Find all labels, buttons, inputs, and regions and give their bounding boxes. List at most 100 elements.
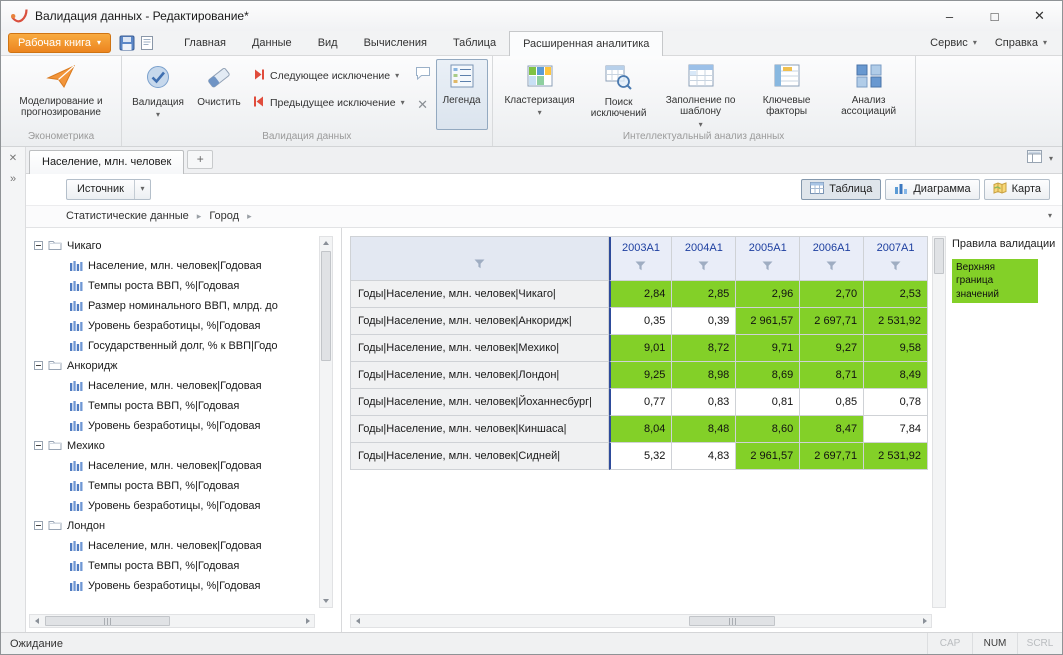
ribbon-menu[interactable]: Сервис▾ [921, 31, 986, 55]
data-cell[interactable]: 8,60 [736, 416, 800, 443]
data-cell[interactable]: 5,32 [609, 443, 673, 470]
ribbon-tab[interactable]: Главная [171, 31, 239, 55]
data-cell[interactable]: 9,27 [800, 335, 864, 362]
data-cell[interactable]: 2,53 [864, 281, 928, 308]
data-cell[interactable]: 8,04 [609, 416, 673, 443]
row-header[interactable]: Годы|Население, млн. человек|Киншаса| [351, 416, 609, 443]
row-header[interactable]: Годы|Население, млн. человек|Анкоридж| [351, 308, 609, 335]
add-tab-button[interactable]: + [187, 150, 213, 169]
data-cell[interactable]: 0,83 [672, 389, 736, 416]
view-table-button[interactable]: Таблица [801, 179, 881, 200]
data-cell[interactable]: 8,49 [864, 362, 928, 389]
scroll-left-icon[interactable] [351, 615, 364, 627]
workbook-menu-button[interactable]: Рабочая книга ▾ [8, 33, 111, 53]
ribbon-menu[interactable]: Справка▾ [986, 31, 1056, 55]
legend-button[interactable]: Легенда [436, 59, 488, 130]
data-cell[interactable]: 2 697,71 [800, 308, 864, 335]
data-cell[interactable]: 9,71 [736, 335, 800, 362]
chevron-down-icon[interactable]: ▾ [134, 180, 150, 199]
document-tab[interactable]: Население, млн. человек [29, 150, 184, 174]
filter-icon[interactable] [635, 261, 646, 274]
data-cell[interactable]: 0,35 [609, 308, 673, 335]
row-header[interactable]: Годы|Население, млн. человек|Мехико| [351, 335, 609, 362]
outlier-search-button[interactable]: Поиск исключений [583, 59, 655, 130]
data-cell[interactable]: 0,81 [736, 389, 800, 416]
tree-item[interactable]: Темпы роста ВВП, %|Годовая [34, 276, 341, 296]
fill-template-button[interactable]: Заполнение по шаблону ▾ [655, 59, 747, 130]
row-header[interactable]: Годы|Население, млн. человек|Йоханнесбур… [351, 389, 609, 416]
filter-icon[interactable] [474, 256, 485, 274]
column-header[interactable]: 2004A1 [672, 237, 736, 281]
scroll-down-icon[interactable] [320, 594, 332, 607]
scroll-right-icon[interactable] [301, 615, 314, 627]
ribbon-tab[interactable]: Расширенная аналитика [509, 31, 663, 56]
ribbon-tab[interactable]: Вычисления [351, 31, 440, 55]
row-header[interactable]: Годы|Население, млн. человек|Лондон| [351, 362, 609, 389]
remove-validation-icon[interactable]: ✕ [417, 98, 428, 111]
column-header[interactable]: 2007A1 [864, 237, 928, 281]
row-header[interactable]: Годы|Население, млн. человек|Сидней| [351, 443, 609, 470]
data-cell[interactable]: 2 961,57 [736, 443, 800, 470]
tree-horizontal-scrollbar[interactable] [29, 614, 315, 628]
data-cell[interactable]: 4,83 [672, 443, 736, 470]
tree-group[interactable]: Лондон [34, 516, 341, 536]
scroll-right-icon[interactable] [918, 615, 931, 627]
comment-bubble-icon[interactable] [415, 66, 431, 85]
data-cell[interactable]: 8,47 [800, 416, 864, 443]
scrollbar-thumb[interactable] [45, 616, 170, 626]
data-cell[interactable]: 0,77 [609, 389, 673, 416]
filter-icon[interactable] [762, 261, 773, 274]
data-cell[interactable]: 8,69 [736, 362, 800, 389]
next-exception-button[interactable]: Следующее исключение ▾ [250, 67, 408, 85]
tree-item[interactable]: Размер номинального ВВП, млрд. до [34, 296, 341, 316]
layout-panel-icon[interactable] [1027, 150, 1042, 168]
maximize-button[interactable]: □ [972, 1, 1017, 31]
data-cell[interactable]: 8,71 [800, 362, 864, 389]
key-factors-button[interactable]: Ключевые факторы [747, 59, 827, 130]
scrollbar-thumb[interactable] [689, 616, 775, 626]
tree-item[interactable]: Темпы роста ВВП, %|Годовая [34, 396, 341, 416]
row-header[interactable]: Годы|Население, млн. человек|Чикаго| [351, 281, 609, 308]
association-analysis-button[interactable]: Анализ ассоциаций [827, 59, 911, 130]
tree-item[interactable]: Население, млн. человек|Годовая [34, 376, 341, 396]
tree-item[interactable]: Уровень безработицы, %|Годовая [34, 576, 341, 596]
modeling-forecasting-button[interactable]: Моделирование и прогнозирование [5, 59, 117, 130]
tree-item[interactable]: Уровень безработицы, %|Годовая [34, 316, 341, 336]
data-cell[interactable]: 2 961,57 [736, 308, 800, 335]
tree-item[interactable]: Темпы роста ВВП, %|Годовая [34, 476, 341, 496]
data-cell[interactable]: 2,96 [736, 281, 800, 308]
tree-item[interactable]: Темпы роста ВВП, %|Годовая [34, 556, 341, 576]
data-cell[interactable]: 0,78 [864, 389, 928, 416]
clustering-button[interactable]: Кластеризация ▾ [497, 59, 583, 130]
view-map-button[interactable]: Карта [984, 179, 1050, 200]
collapse-icon[interactable] [34, 521, 43, 530]
tree-item[interactable]: Население, млн. человек|Годовая [34, 256, 341, 276]
tree-vertical-scrollbar[interactable] [319, 236, 333, 609]
ribbon-tab[interactable]: Данные [239, 31, 305, 55]
tree-item[interactable]: Уровень безработицы, %|Годовая [34, 496, 341, 516]
tree-group[interactable]: Чикаго [34, 236, 341, 256]
column-header[interactable]: 2003A1 [609, 237, 673, 281]
column-header[interactable]: 2005A1 [736, 237, 800, 281]
data-cell[interactable]: 0,39 [672, 308, 736, 335]
filter-icon[interactable] [826, 261, 837, 274]
corner-header-cell[interactable] [351, 237, 609, 281]
preview-button[interactable] [137, 33, 157, 53]
scroll-up-icon[interactable] [320, 237, 332, 250]
scrollbar-thumb[interactable] [934, 238, 944, 274]
data-cell[interactable]: 2 697,71 [800, 443, 864, 470]
view-chart-button[interactable]: Диаграмма [885, 179, 979, 200]
tree-item[interactable]: Уровень безработицы, %|Годовая [34, 416, 341, 436]
validation-rule-badge[interactable]: Верхняя граница значений [952, 259, 1038, 304]
collapse-icon[interactable] [34, 361, 43, 370]
filter-icon[interactable] [890, 261, 901, 274]
tree-item[interactable]: Государственный долг, % к ВВП|Годо [34, 336, 341, 356]
data-cell[interactable]: 7,84 [864, 416, 928, 443]
data-cell[interactable]: 2,84 [609, 281, 673, 308]
column-header[interactable]: 2006A1 [800, 237, 864, 281]
data-cell[interactable]: 9,25 [609, 362, 673, 389]
data-cell[interactable]: 9,58 [864, 335, 928, 362]
collapse-icon[interactable] [34, 241, 43, 250]
data-cell[interactable]: 8,98 [672, 362, 736, 389]
tree-item[interactable]: Население, млн. человек|Годовая [34, 456, 341, 476]
